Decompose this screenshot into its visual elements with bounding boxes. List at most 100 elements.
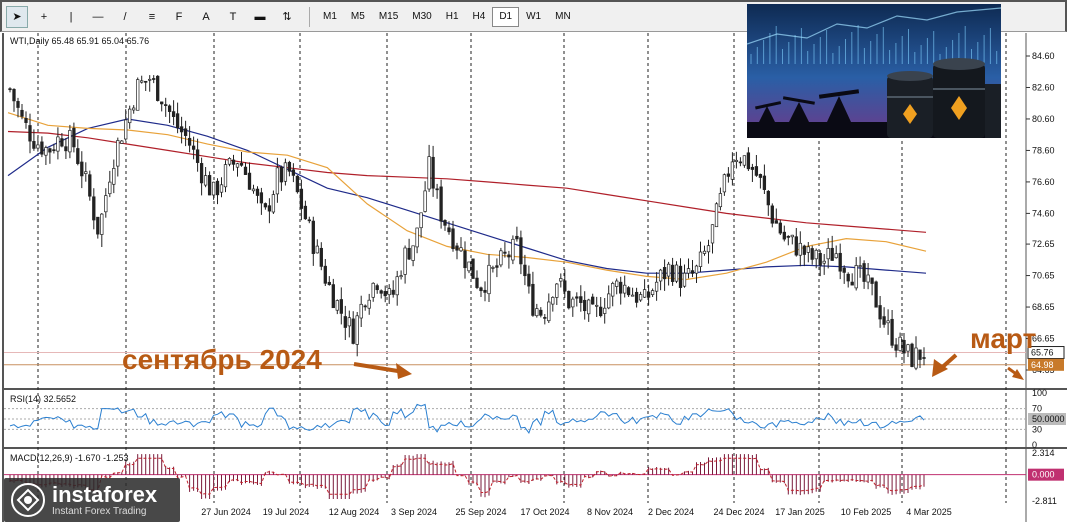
annotation-march: март	[970, 323, 1036, 354]
timeframe-m1[interactable]: M1	[316, 7, 344, 27]
candle	[527, 273, 531, 287]
candle	[203, 175, 208, 186]
candle	[299, 188, 304, 209]
candle	[858, 265, 862, 267]
candle	[591, 296, 595, 305]
candle	[694, 265, 699, 274]
candle	[359, 303, 363, 319]
cursor-icon[interactable]: ➤	[6, 5, 28, 28]
timeframe-w1[interactable]: W1	[519, 7, 548, 27]
candle	[595, 304, 599, 307]
candle	[171, 111, 176, 117]
candle	[838, 252, 842, 272]
candle	[690, 270, 695, 274]
candle	[890, 318, 894, 346]
candle	[215, 180, 220, 196]
logo-name: instaforex	[52, 481, 158, 507]
candle	[467, 261, 471, 272]
candle	[303, 205, 308, 220]
candle	[291, 169, 296, 176]
timeframe-h4[interactable]: H4	[466, 7, 493, 27]
candle	[914, 347, 918, 369]
candle	[463, 250, 467, 269]
candle	[850, 281, 854, 286]
candle	[611, 283, 615, 297]
candle	[802, 245, 806, 255]
timeframe-m30[interactable]: M30	[405, 7, 438, 27]
candle	[32, 141, 36, 149]
candle	[251, 188, 256, 192]
candle	[56, 136, 60, 152]
candle	[599, 306, 603, 317]
candle	[794, 236, 798, 256]
timeframe-m5[interactable]: M5	[344, 7, 372, 27]
candle	[519, 237, 523, 265]
candle	[88, 174, 92, 197]
candle	[894, 344, 898, 351]
candle	[702, 250, 707, 254]
text-label-icon[interactable]: T	[222, 6, 244, 28]
candle	[754, 166, 759, 176]
candle	[922, 357, 926, 359]
candle	[407, 247, 411, 260]
candle	[539, 309, 543, 316]
candle	[20, 109, 24, 117]
candle	[279, 166, 284, 183]
candle	[152, 78, 156, 80]
candle	[866, 274, 870, 283]
candle	[543, 317, 547, 319]
candle	[479, 287, 483, 292]
candle	[778, 222, 782, 234]
date-tick-label: 3 Sep 2024	[391, 507, 437, 517]
candle	[874, 281, 878, 308]
price-tick-label: 78.60	[1032, 145, 1055, 155]
vertical-line-icon[interactable]: |	[60, 6, 82, 28]
macd-label: MACD(12,26,9) -1.670 -1.253	[10, 453, 129, 463]
date-tick-label: 10 Feb 2025	[841, 507, 892, 517]
candle	[24, 118, 28, 123]
horizontal-line-icon[interactable]: —	[87, 6, 109, 28]
candle	[499, 250, 503, 266]
candle	[148, 78, 152, 81]
price-tick-label: 84.60	[1032, 51, 1055, 61]
arrows-icon[interactable]: ⇅	[276, 6, 298, 28]
candle	[191, 145, 196, 150]
candle	[666, 263, 671, 277]
candle	[40, 141, 44, 155]
candle	[247, 172, 252, 190]
candle	[419, 212, 423, 229]
candle	[239, 162, 244, 166]
candle	[475, 277, 479, 288]
timeframe-d1[interactable]: D1	[492, 6, 520, 27]
candle	[750, 166, 755, 170]
rectangle-icon[interactable]: ▬	[249, 6, 271, 28]
crosshair-icon[interactable]: +	[33, 6, 55, 28]
candle	[211, 181, 216, 196]
text-icon[interactable]: A	[195, 6, 217, 28]
candle	[12, 88, 16, 102]
fibonacci-fan-icon[interactable]: F	[168, 6, 190, 28]
candle	[311, 220, 315, 254]
candle	[104, 195, 108, 213]
fibonacci-icon[interactable]: ≡	[141, 6, 163, 28]
candle	[335, 300, 339, 311]
candle	[806, 246, 810, 253]
annotation-september: сентябрь 2024	[122, 344, 322, 375]
candle	[623, 284, 627, 294]
timeframe-h1[interactable]: H1	[439, 7, 466, 27]
candle	[339, 299, 343, 314]
candle	[603, 307, 607, 314]
candle	[367, 299, 371, 309]
timeframe-m15[interactable]: M15	[372, 7, 405, 27]
candle	[68, 130, 72, 153]
chart-header: WTI,Daily 65.48 65.91 65.04 65.76	[10, 36, 149, 46]
candle	[307, 219, 311, 222]
candle	[650, 290, 655, 295]
candle	[842, 267, 846, 273]
candle	[72, 127, 76, 148]
timeframe-mn[interactable]: MN	[548, 7, 578, 27]
trend-line-icon[interactable]: /	[114, 6, 136, 28]
candle	[36, 144, 40, 149]
candle	[355, 315, 359, 345]
candle	[347, 317, 351, 327]
